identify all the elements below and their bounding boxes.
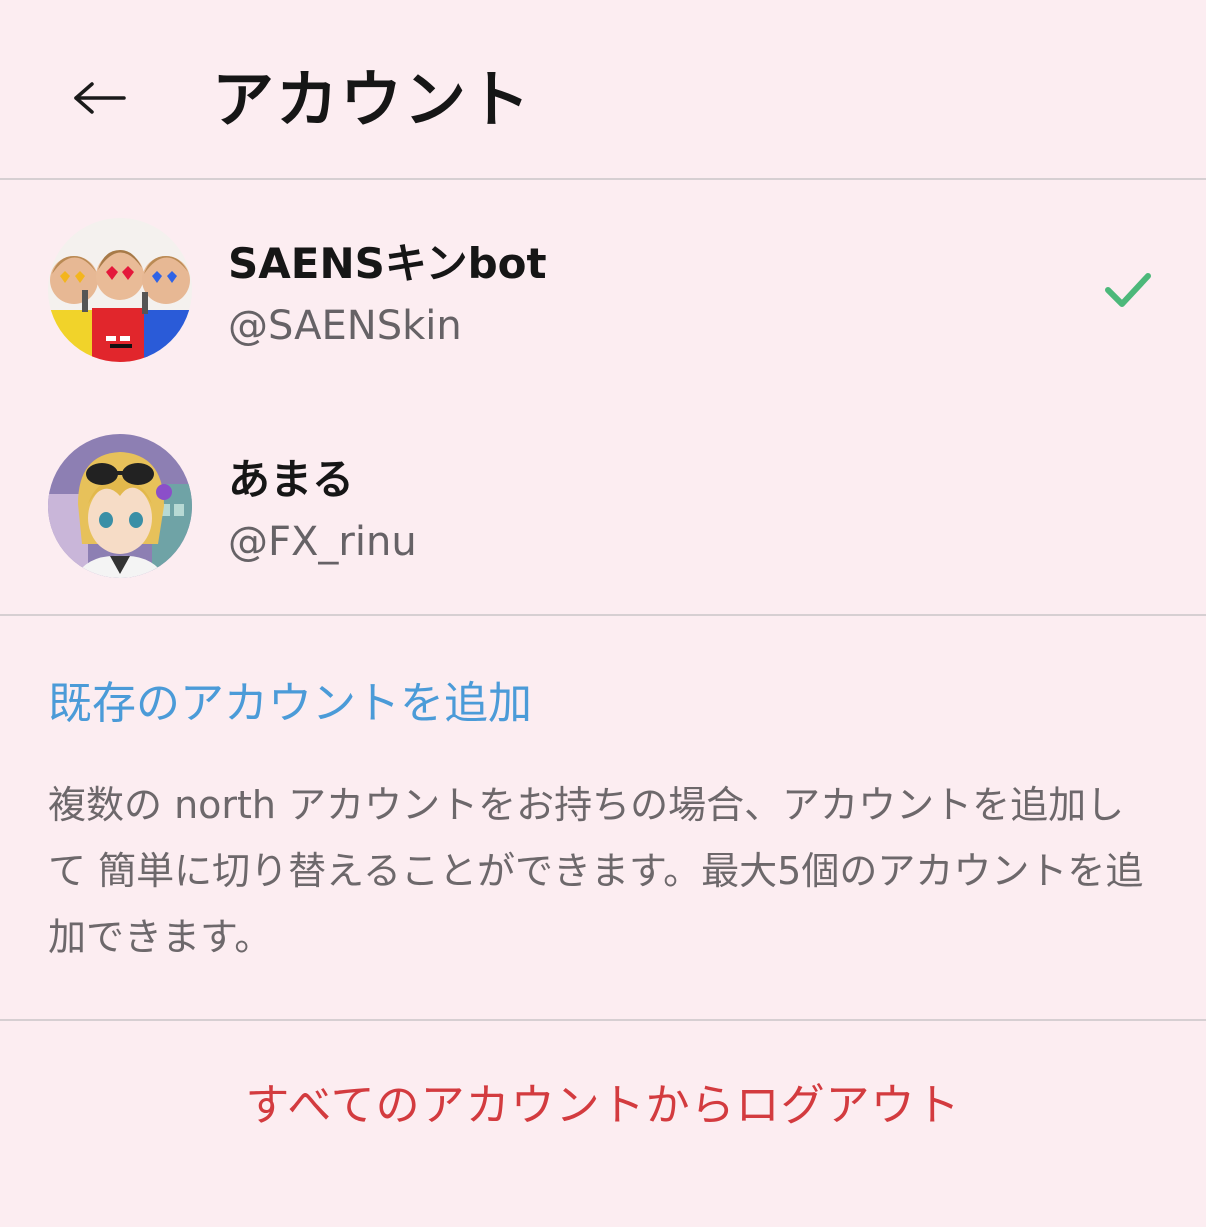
account-name: あまる <box>228 455 355 504</box>
back-button[interactable] <box>64 62 136 134</box>
account-row-saenskin[interactable]: SAENSキンbot @SAENSkin <box>0 186 1206 396</box>
add-existing-account-link[interactable]: 既存のアカウントを追加 <box>48 674 532 734</box>
help-text: 複数の north アカウントをお持ちの場合、アカウントを追加して 簡単に切り替… <box>48 783 1144 959</box>
account-handle: @SAENSkin <box>228 303 462 349</box>
account-row-fx-rinu[interactable]: あまる @FX_rinu <box>0 402 1206 612</box>
account-handle: @FX_rinu <box>228 519 417 565</box>
arrow-left-icon <box>74 82 126 114</box>
account-name: SAENSキンbot <box>228 239 547 288</box>
logout-all-button[interactable]: すべてのアカウントからログアウト <box>0 1076 1206 1136</box>
avatar <box>48 218 192 362</box>
app-header: アカウント <box>0 0 1206 180</box>
page-title: アカウント <box>212 63 533 136</box>
divider <box>0 1019 1206 1021</box>
divider <box>0 614 1206 616</box>
checkmark-icon <box>1105 273 1151 307</box>
avatar <box>48 434 192 578</box>
